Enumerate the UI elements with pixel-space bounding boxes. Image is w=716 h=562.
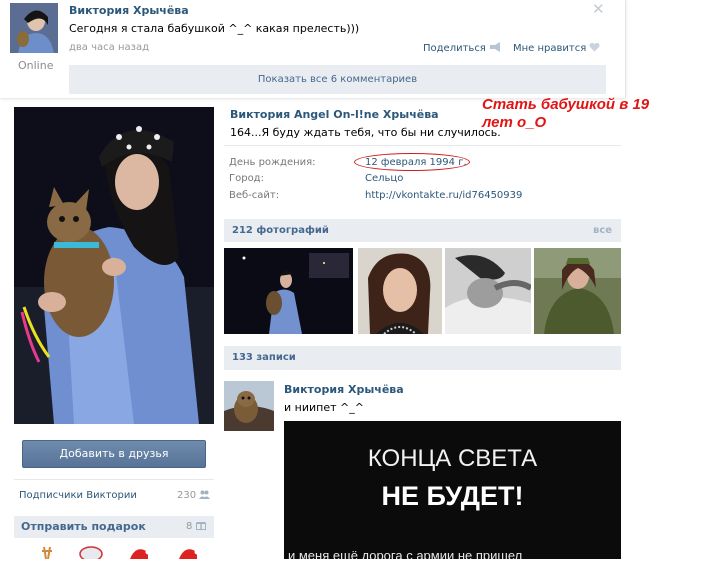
gift-thumbnail — [79, 546, 103, 562]
photo-thumbnail[interactable] — [358, 248, 442, 334]
gift-item[interactable] — [177, 544, 200, 562]
annotation-line1: Стать бабушкой в 19 — [482, 96, 650, 113]
post-text: Сегодня я стала бабушкой ^_^ какая преле… — [69, 22, 360, 35]
subscribers-count: 230 — [177, 490, 211, 501]
like-label: Мне нравится — [513, 43, 587, 54]
gift-item[interactable] — [40, 545, 54, 562]
subscribers-count-value: 230 — [177, 490, 197, 501]
post-author-link[interactable]: Виктория Хрычёва — [69, 4, 189, 17]
gift-thumbnail — [179, 549, 200, 559]
post-timestamp[interactable]: два часа назад — [69, 42, 149, 53]
heart-icon — [589, 42, 600, 52]
wall-post-card: Online Виктория Хрычёва Сегодня я стала … — [0, 0, 626, 98]
author-avatar[interactable] — [10, 3, 58, 53]
like-button[interactable]: Мне нравится — [513, 42, 600, 54]
show-comments-button[interactable]: Показать все 6 комментариев — [69, 65, 606, 94]
gift-count: 8 — [186, 520, 206, 532]
city-label: Город: — [229, 173, 264, 184]
photo-thumbnail[interactable] — [445, 248, 531, 334]
photo-thumbnail[interactable] — [534, 248, 621, 334]
divider — [224, 145, 621, 146]
close-icon[interactable]: ✕ — [592, 0, 605, 18]
birthday-label: День рождения: — [229, 157, 316, 168]
gift-thumbnail — [42, 546, 52, 560]
gift-count-value: 8 — [186, 521, 193, 532]
profile-photo[interactable] — [14, 107, 214, 424]
website-value[interactable]: http://vkontakte.ru/id76450939 — [365, 190, 522, 201]
wall-count: 133 записи — [232, 352, 296, 363]
wall-post-image[interactable]: КОНЦА СВЕТА НЕ БУДЕТ! и меня ещё дорога … — [284, 421, 621, 559]
image-caption-line2: НЕ БУДЕТ! — [381, 481, 524, 511]
photos-header[interactable]: 212 фотографий — [224, 219, 621, 242]
highlight-ellipse — [354, 153, 470, 171]
wall-post-author[interactable]: Виктория Хрычёва — [284, 383, 404, 396]
divider — [14, 479, 214, 480]
gift-thumbnail — [130, 549, 151, 559]
share-label: Поделиться — [423, 43, 486, 54]
profile-status[interactable]: 164...Я буду ждать тебя, что бы ни случи… — [230, 126, 501, 139]
subscribers-link[interactable]: Подписчики Виктории — [19, 490, 137, 501]
website-label: Веб-сайт: — [229, 190, 280, 201]
gift-item[interactable] — [128, 544, 151, 562]
annotation-text: Стать бабушкой в 19 лет о_О — [482, 96, 649, 132]
gift-icon — [195, 522, 206, 530]
wall-author-avatar[interactable] — [224, 381, 274, 431]
image-caption-line1: КОНЦА СВЕТА — [367, 445, 538, 472]
people-icon — [199, 490, 211, 499]
photo-thumbnail[interactable] — [224, 248, 353, 334]
photos-count: 212 фотографий — [232, 225, 329, 236]
wall-post-text: и ниипет ^_^ — [284, 401, 364, 414]
profile-name: Виктория Angel On-l!ne Хрычёва — [230, 108, 439, 121]
annotation-line2: лет о_О — [482, 114, 547, 131]
photos-all-link[interactable]: все — [593, 225, 612, 236]
wall-header[interactable]: 133 записи — [224, 346, 621, 370]
city-value[interactable]: Сельцо — [365, 173, 403, 184]
image-caption-line3: и меня ещё дорога с армии не пришел — [288, 548, 523, 559]
add-friend-button[interactable]: Добавить в друзья — [22, 440, 206, 468]
gift-item[interactable] — [79, 546, 103, 562]
megaphone-icon — [490, 42, 501, 52]
share-button[interactable]: Поделиться — [423, 42, 502, 54]
online-status: Online — [18, 59, 54, 72]
send-gift-link[interactable]: Отправить подарок — [21, 520, 146, 533]
